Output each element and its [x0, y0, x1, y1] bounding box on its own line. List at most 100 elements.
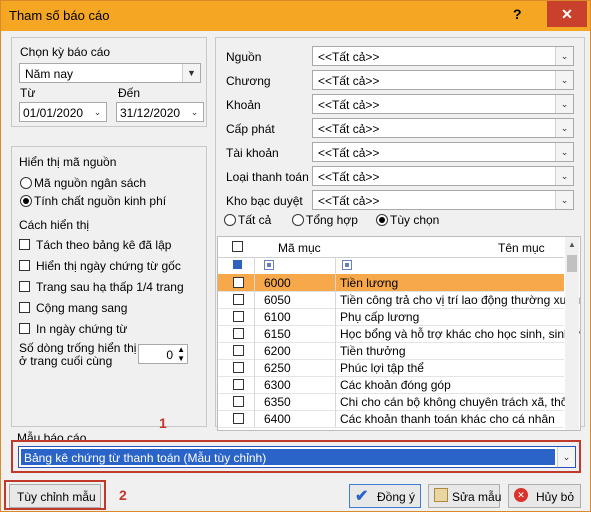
row-code: 6250 [264, 361, 291, 375]
filter-select[interactable]: <<Tất cả>> ⌄ [312, 70, 574, 90]
spin-icon[interactable]: ▲ ▼ [177, 345, 185, 363]
row-checkbox[interactable] [233, 311, 244, 322]
chevron-down-icon: ⌄ [89, 103, 106, 121]
filter-label: Loại thanh toán [226, 170, 309, 184]
row-name: Tiền lương [340, 276, 399, 290]
template-select[interactable]: Bảng kê chứng từ thanh toán (Mẫu tùy chỉ… [18, 446, 576, 468]
to-date-picker[interactable]: 31/12/2020 ⌄ [116, 102, 204, 122]
ok-button[interactable]: ✔ Đồng ý [349, 484, 421, 508]
checkbox-carry-forward[interactable] [19, 302, 30, 313]
chevron-down-icon: ⌄ [555, 191, 573, 209]
title-bar: Tham số báo cáo ? ✕ [1, 1, 590, 31]
vertical-scrollbar[interactable]: ▲ [565, 237, 579, 430]
row-checkbox[interactable] [233, 294, 244, 305]
help-button[interactable]: ? [513, 6, 522, 22]
col-code-header[interactable]: Mã mục [278, 241, 321, 255]
checkbox-lower-next-page[interactable] [19, 281, 30, 292]
item-grid: Mã mục Tên mục 6000 Tiền lương 6050 Tiền cô… [217, 236, 581, 431]
edit-template-button[interactable]: Sửa mẫu [428, 484, 502, 508]
filter-value: <<Tất cả>> [318, 194, 380, 208]
scope-radio-custom[interactable] [376, 214, 388, 226]
blank-rows-stepper[interactable]: 0 ▲ ▼ [138, 344, 188, 364]
row-name: Phúc lợi tập thể [340, 361, 424, 375]
display-options-panel: Hiển thị mã nguồn Mã nguồn ngân sách Tín… [11, 146, 207, 427]
row-checkbox[interactable] [233, 277, 244, 288]
row-name: Các khoản thanh toán khác cho cá nhân [340, 412, 555, 426]
period-select[interactable]: Năm nay ▼ [19, 63, 201, 83]
row-checkbox[interactable] [233, 345, 244, 356]
chevron-down-icon: ⌄ [186, 103, 203, 121]
scope-option-label: Tùy chọn [390, 213, 440, 227]
scope-radio-all[interactable] [224, 214, 236, 226]
close-button[interactable]: ✕ [547, 1, 587, 27]
row-checkbox[interactable] [233, 362, 244, 373]
source-radio-nature[interactable] [20, 195, 32, 207]
table-row[interactable]: 6250 Phúc lợi tập thể [218, 359, 564, 377]
check-icon: ✔ [355, 488, 369, 505]
table-row[interactable]: 6300 Các khoản đóng góp [218, 376, 564, 394]
row-checkbox[interactable] [233, 328, 244, 339]
filter-label: Chương [226, 74, 271, 88]
chevron-down-icon: ▼ [182, 64, 200, 82]
table-row[interactable]: 6000 Tiền lương [218, 274, 564, 292]
row-checkbox[interactable] [233, 379, 244, 390]
checkbox-label: Hiển thị ngày chứng từ gốc [36, 259, 181, 273]
checkbox-show-original-date[interactable] [19, 260, 30, 271]
window-title: Tham số báo cáo [9, 8, 110, 23]
filter-select[interactable]: <<Tất cả>> ⌄ [312, 190, 574, 210]
customize-template-button[interactable]: Tùy chỉnh mẫu [9, 484, 101, 508]
button-label: Sửa mẫu [452, 490, 502, 504]
checkbox-split-by-list[interactable] [19, 239, 30, 250]
filter-name-icon[interactable] [342, 260, 352, 270]
filter-value: <<Tất cả>> [318, 122, 380, 136]
row-name: Phụ cấp lương [340, 310, 420, 324]
filter-checkbox[interactable] [233, 260, 242, 269]
scroll-thumb[interactable] [567, 255, 577, 272]
to-date-value: 31/12/2020 [120, 106, 181, 120]
to-label: Đến [118, 86, 141, 100]
checkbox-label: In ngày chứng từ [36, 322, 128, 336]
table-row[interactable]: 6400 Các khoản thanh toán khác cho cá nhâ… [218, 410, 564, 428]
row-name: Chi cho cán bộ không chuyên trách xã, th… [340, 395, 581, 409]
select-all-checkbox[interactable] [232, 241, 243, 252]
filter-select[interactable]: <<Tất cả>> ⌄ [312, 46, 574, 66]
filter-code-icon[interactable] [264, 260, 274, 270]
filter-label: Nguồn [226, 50, 262, 64]
cancel-button[interactable]: ✕ Hủy bỏ [508, 484, 581, 508]
filter-select[interactable]: <<Tất cả>> ⌄ [312, 142, 574, 162]
scroll-up-icon[interactable]: ▲ [565, 237, 579, 253]
table-row[interactable]: 6150 Học bổng và hỗ trợ khác cho học sinh… [218, 325, 580, 343]
chevron-down-icon: ⌄ [555, 167, 573, 185]
filter-select[interactable]: <<Tất cả>> ⌄ [312, 94, 574, 114]
scope-radio-summary[interactable] [292, 214, 304, 226]
from-date-value: 01/01/2020 [23, 106, 84, 120]
blank-rows-value: 0 [166, 348, 173, 362]
table-row[interactable]: 6050 Tiền công trả cho vị trí lao động th… [218, 291, 580, 309]
filter-label: Khoản [226, 98, 261, 112]
filter-value: <<Tất cả>> [318, 98, 380, 112]
button-label: Đồng ý [377, 490, 416, 504]
button-label: Tùy chỉnh mẫu [17, 490, 96, 504]
row-checkbox[interactable] [233, 413, 244, 424]
col-name-header[interactable]: Tên mục [498, 241, 545, 255]
grid-header: Mã mục Tên mục [218, 237, 564, 258]
row-checkbox[interactable] [233, 396, 244, 407]
row-name: Tiền thưởng [340, 344, 406, 358]
table-row[interactable]: 6350 Chi cho cán bộ không chuyên trách xã… [218, 393, 580, 411]
table-row[interactable]: 6200 Tiền thưởng [218, 342, 564, 360]
filter-select[interactable]: <<Tất cả>> ⌄ [312, 118, 574, 138]
filter-row [218, 257, 564, 275]
source-radio-budget[interactable] [20, 177, 32, 189]
filter-label: Kho bạc duyệt [226, 194, 303, 208]
table-row[interactable]: 6100 Phụ cấp lương [218, 308, 564, 326]
row-code: 6000 [264, 276, 291, 290]
filter-select[interactable]: <<Tất cả>> ⌄ [312, 166, 574, 186]
checkbox-print-voucher-date[interactable] [19, 323, 30, 334]
template-value: Bảng kê chứng từ thanh toán (Mẫu tùy chỉ… [24, 451, 267, 465]
checkbox-label: Trang sau hạ thấp 1/4 trang [36, 280, 184, 294]
cancel-icon: ✕ [514, 488, 528, 502]
period-value: Năm nay [25, 67, 74, 81]
period-panel: Chọn kỳ báo cáo Năm nay ▼ Từ Đến 01/01/2… [11, 37, 207, 127]
from-date-picker[interactable]: 01/01/2020 ⌄ [19, 102, 107, 122]
row-code: 6150 [264, 327, 291, 341]
